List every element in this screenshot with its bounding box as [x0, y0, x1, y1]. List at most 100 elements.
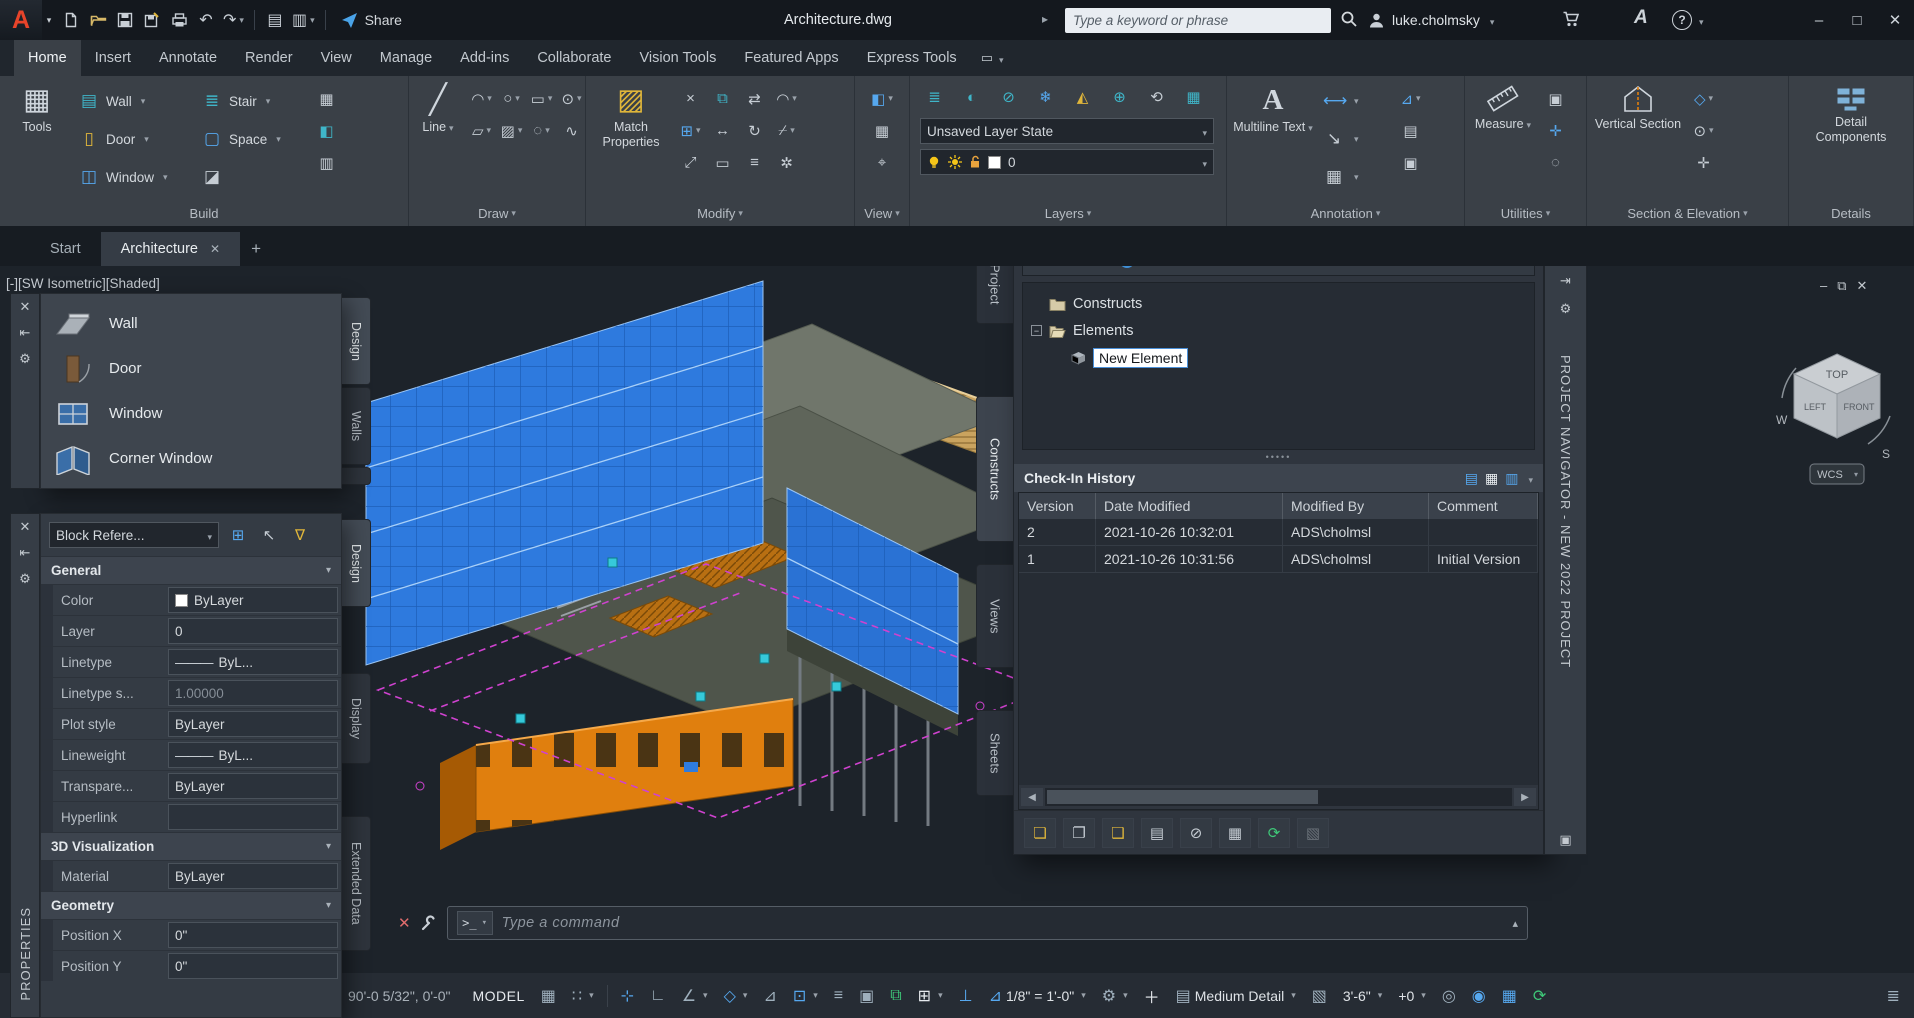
refresh-project-button[interactable]: ⟳ [1258, 817, 1290, 848]
explode-tool-button[interactable]: ✲ [772, 148, 801, 177]
polygon-tool-button[interactable]: ▱ [467, 116, 496, 145]
offset-tool-button[interactable]: ≡ [740, 148, 769, 177]
command-line[interactable]: ✕ >_ ▴ [398, 906, 1528, 940]
tool-palette-properties-icon[interactable]: ⚙ [19, 351, 31, 367]
tools-button[interactable]: ▦ Tools [5, 79, 69, 200]
command-line-close-icon[interactable]: ✕ [398, 914, 411, 932]
position-x-value[interactable]: 0" [168, 922, 338, 948]
layer-properties-button[interactable]: ≣ [920, 83, 949, 112]
save-button[interactable] [112, 6, 138, 34]
scale-tool-button[interactable]: ⤢ [676, 148, 705, 177]
column-header-comment[interactable]: Comment [1429, 493, 1538, 519]
undo-button[interactable]: ↶ [193, 6, 219, 34]
scroll-right-icon[interactable]: ▶ [1514, 788, 1536, 806]
navigator-tab-sheets[interactable]: Sheets [976, 710, 1013, 796]
properties-gear-icon[interactable]: ⚙ [19, 571, 31, 587]
leader-button[interactable]: ↘ [1319, 121, 1391, 157]
dynamic-ucs-button[interactable]: ⊥ [953, 981, 979, 1011]
dimension-button[interactable]: ⟷ [1319, 83, 1391, 119]
search-box[interactable] [1065, 8, 1331, 33]
section-geometry[interactable]: Geometry ▾ [41, 891, 341, 919]
model-space-button[interactable]: MODEL [466, 981, 530, 1011]
properties-palette-titlebar[interactable]: ✕ ⇤ ⚙ PROPERTIES [10, 513, 40, 1018]
modify-panel-label[interactable]: Modify [586, 200, 854, 226]
spline-tool-button[interactable]: ∿ [557, 116, 585, 145]
build-panel-label[interactable]: Build [0, 200, 408, 226]
annotation-panel-label[interactable]: Annotation [1227, 200, 1464, 226]
surface-hatch-button[interactable]: ▧ [1306, 981, 1333, 1011]
measure-button[interactable]: Measure [1470, 79, 1536, 200]
door-tool-button[interactable]: ▯ Door [74, 121, 192, 157]
layer-dropdown[interactable]: 0 [920, 149, 1214, 175]
plot-button[interactable] [166, 6, 192, 34]
customization-button[interactable]: ≣ [1881, 981, 1906, 1011]
properties-tab-display[interactable]: Display [342, 673, 371, 764]
workspace-switching-button[interactable]: ⚙ [1096, 981, 1134, 1011]
navigator-options-icon[interactable]: ▣ [1559, 832, 1571, 848]
section-3d-visualization[interactable]: 3D Visualization ▾ [41, 832, 341, 860]
layer-state-dropdown[interactable]: Unsaved Layer State [920, 118, 1214, 144]
horizontal-scrollbar[interactable]: ◀ ▶ [1019, 785, 1538, 809]
object-type-dropdown[interactable]: Block Refere... [49, 522, 219, 548]
properties-tab-extended-data[interactable]: Extended Data [342, 816, 371, 951]
file-tab-close-icon[interactable]: ✕ [210, 242, 220, 256]
table-row[interactable]: 1 2021-10-26 10:31:56 ADS\cholmsl Initia… [1019, 546, 1538, 573]
sync-status-button[interactable]: ⟳ [1527, 981, 1552, 1011]
id-point-button[interactable]: ✛ [1541, 116, 1570, 145]
search-input[interactable] [1073, 13, 1323, 28]
command-prompt-icon[interactable]: >_ [456, 911, 493, 935]
compass-south-label[interactable]: S [1882, 447, 1890, 461]
slab-tool-button[interactable]: ▥ [312, 148, 341, 177]
stair-tool-button[interactable]: ≣ Stair [197, 83, 307, 119]
isometric-drafting-button[interactable]: ◇ [718, 981, 754, 1011]
layer-lock-button[interactable]: ◭ [1068, 83, 1097, 112]
space-tool-button[interactable]: ▢ Space [197, 121, 307, 157]
tool-corner-window[interactable]: Corner Window [53, 437, 329, 480]
color-value[interactable]: ByLayer [168, 587, 338, 613]
sheet-set-manager-button[interactable]: ▤ [262, 6, 288, 34]
drawing-restore-icon[interactable]: ⧉ [1837, 278, 1846, 294]
selection-cycling-button[interactable]: ⧉ [884, 981, 907, 1011]
document-switch-icon[interactable]: ▸ [1042, 12, 1048, 26]
ribbon-tab-featured-apps[interactable]: Featured Apps [730, 40, 852, 76]
transparency-button[interactable]: ▣ [853, 981, 880, 1011]
quick-calc-button[interactable]: ▣ [1541, 84, 1570, 113]
hyperlink-value[interactable] [168, 804, 338, 830]
linetype-scale-value[interactable]: 1.00000 [168, 680, 338, 706]
tool-window[interactable]: Window [53, 392, 329, 435]
hardware-acceleration-button[interactable]: ▦ [1496, 981, 1523, 1011]
layer-value[interactable]: 0 [168, 618, 338, 644]
fillet-tool-button[interactable]: ◠ [772, 84, 801, 113]
callout-misc-button[interactable]: ✛ [1689, 148, 1718, 177]
add-category-button[interactable]: ❑ [1102, 817, 1134, 848]
ribbon-display-options-button[interactable]: ▭ [981, 40, 1004, 76]
view-panel-label[interactable]: View [855, 200, 909, 226]
open-drawing-button[interactable]: ▤ [1141, 817, 1173, 848]
window-tool-button[interactable]: ◫ Window [74, 159, 192, 195]
new-drawing-tab-button[interactable]: + [240, 232, 272, 266]
layer-isolate-button[interactable]: ⊘ [994, 83, 1023, 112]
open-file-button[interactable] [85, 6, 111, 34]
draw-panel-label[interactable]: Draw [409, 200, 585, 226]
tree-node-new-element[interactable]: New Element [1031, 344, 1526, 371]
array-tool-button[interactable]: ⊞ [676, 116, 705, 145]
line-button[interactable]: ╱ Line [414, 79, 462, 200]
details-panel-label[interactable]: Details [1789, 200, 1913, 226]
erase-tool-button[interactable]: × [676, 84, 705, 113]
display-elevation-button[interactable]: +0 [1392, 981, 1432, 1011]
file-tab-start[interactable]: Start [30, 232, 101, 266]
ribbon-tab-home[interactable]: Home [14, 40, 81, 76]
section-callout-button[interactable]: ◇ [1689, 84, 1718, 113]
annotation-misc-button[interactable]: ▣ [1396, 148, 1425, 177]
annotation-table-button[interactable]: ▦ [1319, 159, 1391, 195]
view-grid-button[interactable]: ▦ [868, 116, 897, 145]
ribbon-tab-addins[interactable]: Add-ins [446, 40, 523, 76]
layer-off-button[interactable]: ◐ [957, 83, 986, 112]
ribbon-tab-express-tools[interactable]: Express Tools [853, 40, 971, 76]
repath-project-button[interactable]: ▧ [1297, 817, 1329, 848]
revision-cloud-tool-button[interactable]: ◌ [527, 116, 556, 145]
add-construct-button[interactable]: ❏ [1024, 817, 1056, 848]
select-objects-button[interactable]: ↖ [257, 523, 281, 547]
help-menu[interactable]: ? [1672, 0, 1704, 40]
new-file-button[interactable] [58, 6, 84, 34]
